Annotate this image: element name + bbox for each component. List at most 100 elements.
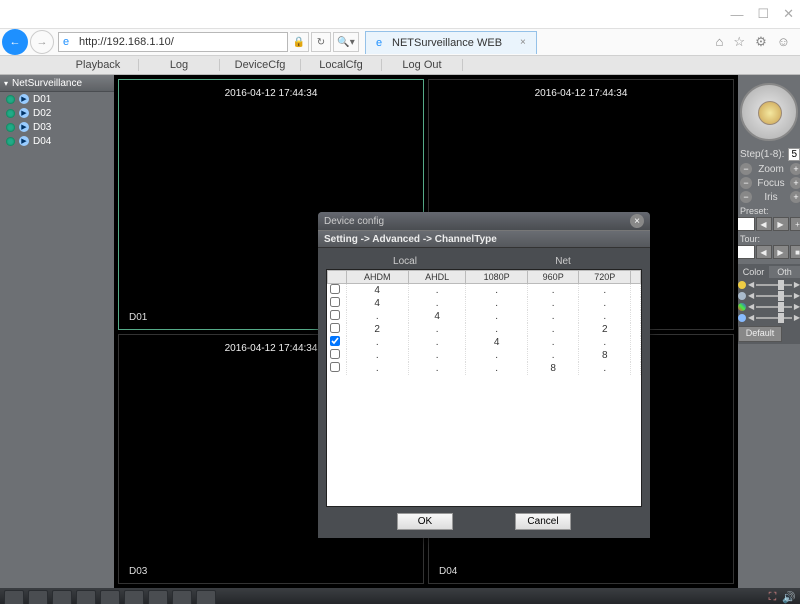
tab-oth[interactable]: Oth (769, 266, 800, 278)
layout-btn-9[interactable] (196, 590, 216, 604)
layout-btn-1[interactable] (4, 590, 24, 604)
dialog-breadcrumb: Setting -> Advanced -> ChannelType (318, 230, 650, 248)
row-checkbox[interactable] (330, 336, 340, 346)
table-cell: . (579, 336, 631, 349)
table-cell: . (466, 323, 527, 336)
dialog-close-icon[interactable]: × (630, 214, 644, 228)
table-cell: . (579, 362, 631, 375)
focus-row: −Focus+ (736, 177, 800, 189)
menu-devicecfg[interactable]: DeviceCfg (220, 59, 301, 71)
preset-prev[interactable]: ◀ (756, 217, 772, 231)
tab-close-icon[interactable]: × (520, 37, 526, 48)
smile-icon[interactable]: ☺ (777, 34, 790, 50)
preset-add[interactable]: + (790, 217, 800, 231)
row-checkbox[interactable] (330, 310, 340, 320)
dialog-titlebar[interactable]: Device config × (318, 212, 650, 230)
iris-minus[interactable]: − (740, 191, 752, 203)
sidebar-channel[interactable]: ▶D02 (0, 106, 114, 120)
table-cell: . (466, 310, 527, 323)
slider-saturation[interactable]: ◀▶ (738, 302, 800, 311)
cell-label: D04 (439, 566, 457, 577)
minimize-icon[interactable]: — (730, 7, 743, 22)
close-icon[interactable]: ✕ (783, 6, 794, 22)
video-grid-wrap: 2016-04-12 17:44:34D012016-04-12 17:44:3… (114, 75, 738, 588)
zoom-plus[interactable]: + (790, 163, 800, 175)
inc-icon[interactable]: ▶ (794, 280, 800, 289)
default-button[interactable]: Default (738, 326, 782, 342)
menu-log[interactable]: Log (139, 59, 220, 71)
tour-label: Tour: (736, 234, 800, 244)
slider-contrast[interactable]: ◀▶ (738, 291, 800, 300)
play-icon: ▶ (19, 136, 29, 146)
row-checkbox[interactable] (330, 323, 340, 333)
table-cell (631, 310, 641, 323)
table-cell: 4 (346, 284, 408, 298)
tour-play[interactable]: ▶ (773, 245, 789, 259)
row-checkbox[interactable] (330, 284, 340, 294)
ok-button[interactable]: OK (397, 513, 453, 530)
tab-ie-icon: e (376, 37, 388, 49)
address-bar[interactable]: e http://192.168.1.10/ (58, 32, 288, 52)
layout-btn-4[interactable] (76, 590, 96, 604)
browser-tab[interactable]: e NETSurveillance WEB × (365, 31, 537, 54)
browser-navbar: ← → e http://192.168.1.10/ 🔒 ↻ 🔍▾ e NETS… (0, 28, 800, 56)
focus-minus[interactable]: − (740, 177, 752, 189)
menu-logout[interactable]: Log Out (382, 59, 463, 71)
layout-btn-7[interactable] (148, 590, 168, 604)
zoom-row: −Zoom+ (736, 163, 800, 175)
star-icon[interactable]: ☆ (733, 34, 745, 50)
ptz-wheel[interactable] (740, 83, 798, 141)
search-dropdown[interactable]: 🔍▾ (333, 32, 359, 52)
tab-color[interactable]: Color (738, 266, 769, 278)
sidebar-channel[interactable]: ▶D03 (0, 120, 114, 134)
col-header: AHDM (346, 271, 408, 284)
forward-button[interactable]: → (30, 30, 54, 54)
table-cell: 4 (408, 310, 466, 323)
timestamp: 2016-04-12 17:44:34 (535, 88, 628, 99)
tour-prev[interactable]: ◀ (756, 245, 772, 259)
focus-plus[interactable]: + (790, 177, 800, 189)
timestamp: 2016-04-12 17:44:34 (225, 88, 318, 99)
fullscreen-icon[interactable]: ⛶ (769, 591, 777, 604)
layout-btn-6[interactable] (124, 590, 144, 604)
slider-brightness[interactable]: ◀▶ (738, 280, 800, 289)
gear-icon[interactable]: ⚙ (755, 34, 767, 50)
slider-hue[interactable]: ◀▶ (738, 313, 800, 322)
home-icon[interactable]: ⌂ (716, 34, 724, 50)
step-value[interactable]: 5 (788, 148, 800, 161)
table-cell: 8 (527, 362, 579, 375)
dec-icon[interactable]: ◀ (748, 280, 754, 289)
layout-btn-2[interactable] (28, 590, 48, 604)
bottom-right-icons: ⛶ 🔊 (769, 591, 796, 604)
sidebar-channel[interactable]: ▶D04 (0, 134, 114, 148)
channel-label: D03 (33, 122, 51, 133)
volume-icon[interactable]: 🔊 (782, 591, 796, 604)
sidebar-header[interactable]: ▾NetSurveillance (0, 75, 114, 92)
menu-localcfg[interactable]: LocalCfg (301, 59, 382, 71)
refresh-button-2[interactable]: ↻ (311, 32, 331, 52)
row-checkbox[interactable] (330, 362, 340, 372)
preset-next[interactable]: ▶ (773, 217, 789, 231)
maximize-icon[interactable]: ☐ (757, 6, 769, 22)
sidebar-channel[interactable]: ▶D01 (0, 92, 114, 106)
layout-btn-5[interactable] (100, 590, 120, 604)
play-icon: ▶ (19, 94, 29, 104)
zoom-minus[interactable]: − (740, 163, 752, 175)
table-row: 2...2 (328, 323, 641, 336)
row-checkbox[interactable] (330, 349, 340, 359)
back-button[interactable]: ← (2, 29, 28, 55)
device-config-dialog: Device config × Setting -> Advanced -> C… (318, 212, 650, 538)
preset-buttons: ◀▶+ (733, 217, 800, 231)
menu-playback[interactable]: Playback (58, 59, 139, 71)
layout-btn-3[interactable] (52, 590, 72, 604)
layout-btn-8[interactable] (172, 590, 192, 604)
tour-stop[interactable]: ■ (790, 245, 800, 259)
cancel-button[interactable]: Cancel (515, 513, 571, 530)
iris-plus[interactable]: + (790, 191, 800, 203)
play-icon: ▶ (19, 108, 29, 118)
table-cell (631, 349, 641, 362)
refresh-button[interactable]: 🔒 (290, 32, 309, 52)
row-checkbox[interactable] (330, 297, 340, 307)
dialog-buttons: OK Cancel (326, 507, 642, 530)
table-cell: . (408, 323, 466, 336)
